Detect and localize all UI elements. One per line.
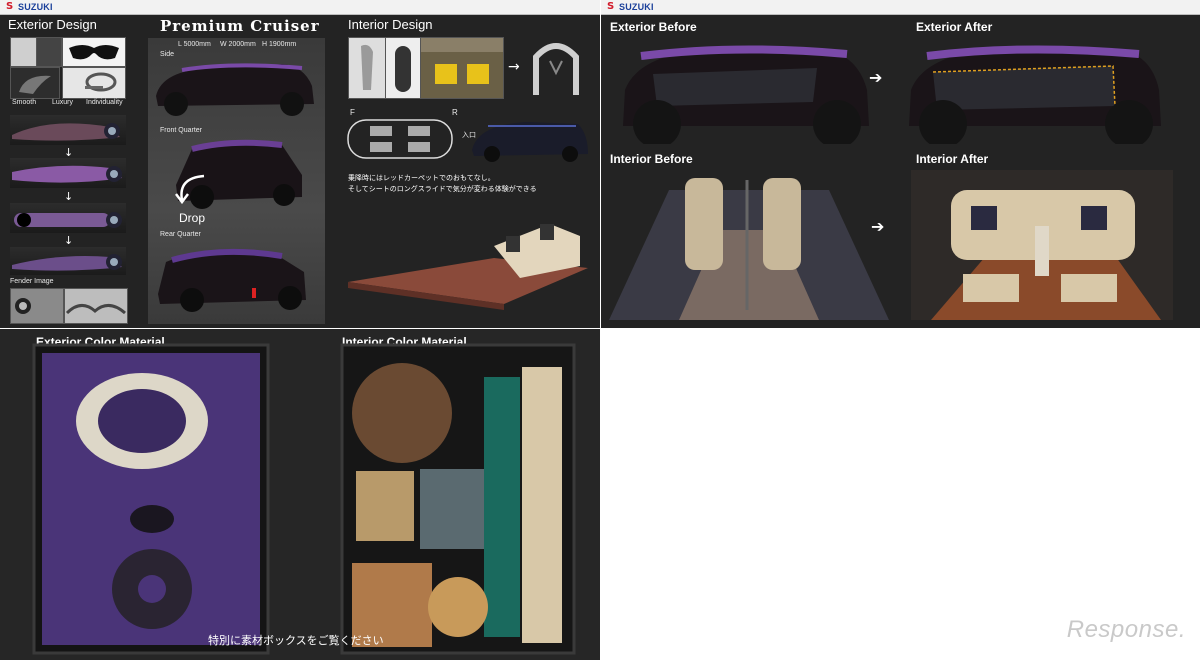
exterior-after-render <box>903 40 1167 148</box>
exterior-design-title: Exterior Design <box>8 17 97 32</box>
suzuki-logo: S SUZUKI <box>6 1 53 13</box>
dim-width: W 2000mm <box>220 41 256 48</box>
dim-height: H 1900mm <box>262 41 297 48</box>
interior-ref-3 <box>420 37 504 99</box>
seat-layout-plan <box>346 116 456 162</box>
seat-frame-sketch <box>528 37 584 99</box>
keyword-image-3 <box>62 37 126 67</box>
before-after-panel: S SUZUKI Exterior Before Exterior After … <box>601 0 1200 328</box>
fender-image-2 <box>64 288 128 324</box>
view-rear-quarter-label: Rear Quarter <box>160 231 201 238</box>
interior-ref-1 <box>348 37 386 99</box>
premium-cruiser-title: Premium Cruiser <box>160 17 320 35</box>
keyword-luxury: Luxury <box>52 99 74 106</box>
evolution-sketch-4 <box>10 247 126 275</box>
interior-caption-line2: そしてシートのロングスライドで気分が変わる体験ができる <box>348 185 537 193</box>
keyword-individuality: Individuality <box>86 99 123 106</box>
red-carpet-render <box>344 206 594 322</box>
interior-before-render <box>609 170 889 320</box>
fender-image-1 <box>10 288 64 324</box>
interior-material-box <box>340 343 576 655</box>
exterior-after-title: Exterior After <box>916 20 993 34</box>
dim-length: L 5000mm <box>178 41 211 48</box>
sunglasses-shape <box>69 45 119 60</box>
down-arrow-icon: ↓ <box>64 234 74 247</box>
down-arrow-icon: ↓ <box>64 190 74 203</box>
interior-after-render <box>911 170 1173 320</box>
right-arrow-icon: → <box>508 59 520 75</box>
suzuki-logo: S SUZUKI <box>607 1 654 13</box>
evolution-sketch-1 <box>10 115 126 145</box>
rear-quarter-car <box>152 238 320 316</box>
interior-design-title: Interior Design <box>348 17 433 32</box>
keyword-image-5 <box>62 67 126 99</box>
keyword-image-2 <box>36 37 62 67</box>
drop-label: Drop <box>179 211 206 225</box>
interior-caption-line1: 乗降時にはレッドカーペットでのおもてなし。 <box>348 174 495 182</box>
view-front-quarter-label: Front Quarter <box>160 127 203 134</box>
response-watermark: Response. <box>1066 616 1186 643</box>
exterior-before-title: Exterior Before <box>610 20 697 34</box>
material-box-caption: 特別に素材ボックスをご覧ください <box>208 634 384 647</box>
layout-side-render <box>468 114 592 164</box>
color-material-panel: Exterior Color Material Interior Color M… <box>0 329 600 660</box>
keyword-image-4 <box>10 67 60 99</box>
right-arrow-icon: ➔ <box>871 217 885 236</box>
drop-arrow-icon <box>170 172 210 206</box>
fender-image-label: Fender Image <box>10 278 54 285</box>
right-arrow-icon: ➔ <box>869 68 883 87</box>
exterior-before-render <box>617 40 877 148</box>
keyword-smooth: Smooth <box>12 99 37 106</box>
suzuki-s-icon: S <box>6 1 14 12</box>
evolution-sketch-3 <box>10 203 126 233</box>
interior-ref-2 <box>385 37 421 99</box>
brand-bar: S SUZUKI <box>0 0 600 15</box>
suzuki-s-icon: S <box>607 1 615 12</box>
brand-bar: S SUZUKI <box>601 0 1200 15</box>
design-panel: S SUZUKI Exterior Design Smooth Luxury I… <box>0 0 600 328</box>
exterior-material-box <box>32 343 270 655</box>
interior-after-title: Interior After <box>916 152 989 166</box>
evolution-sketch-2 <box>10 158 126 188</box>
side-view-car <box>152 56 320 118</box>
interior-before-title: Interior Before <box>610 152 693 166</box>
